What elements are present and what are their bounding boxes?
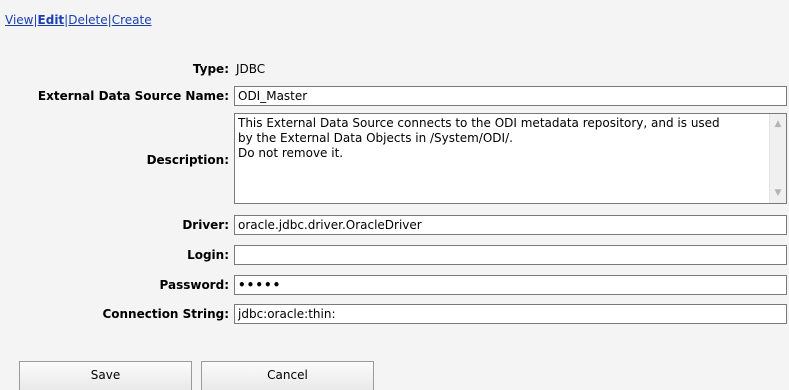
action-links: View|Edit|Delete|Create xyxy=(5,12,152,28)
description-line: by the External Data Objects in /System/… xyxy=(238,131,513,145)
password-label: Password: xyxy=(159,278,230,292)
delete-link[interactable]: Delete xyxy=(68,13,107,27)
description-textarea[interactable]: This External Data Source connects to th… xyxy=(234,113,787,204)
scroll-down-arrow-icon[interactable]: ▼ xyxy=(770,185,786,201)
driver-label: Driver: xyxy=(182,218,229,232)
type-label: Type: xyxy=(192,62,229,76)
scroll-up-arrow-icon[interactable]: ▲ xyxy=(770,116,786,132)
edit-link[interactable]: Edit xyxy=(38,13,65,27)
description-line: This External Data Source connects to th… xyxy=(238,116,720,130)
connection-string-label: Connection String: xyxy=(102,307,229,321)
login-input[interactable] xyxy=(234,245,787,265)
name-input[interactable]: ODI_Master xyxy=(234,86,787,106)
password-input[interactable]: ••••• xyxy=(234,275,787,295)
type-value: JDBC xyxy=(236,62,266,76)
description-label: Description: xyxy=(146,153,229,167)
view-link[interactable]: View xyxy=(5,13,33,27)
description-line: Do not remove it. xyxy=(238,146,344,160)
connection-string-input[interactable]: jdbc:oracle:thin: xyxy=(234,304,787,324)
cancel-button[interactable]: Cancel xyxy=(201,361,374,390)
description-scrollbar[interactable]: ▲ ▼ xyxy=(769,114,786,203)
login-label: Login: xyxy=(187,248,229,262)
edit-data-source-page: View|Edit|Delete|Create Type: JDBC Exter… xyxy=(0,0,789,390)
driver-input[interactable]: oracle.jdbc.driver.OracleDriver xyxy=(234,215,787,235)
name-label: External Data Source Name: xyxy=(37,89,229,103)
create-link[interactable]: Create xyxy=(112,13,152,27)
save-button[interactable]: Save xyxy=(19,361,192,390)
